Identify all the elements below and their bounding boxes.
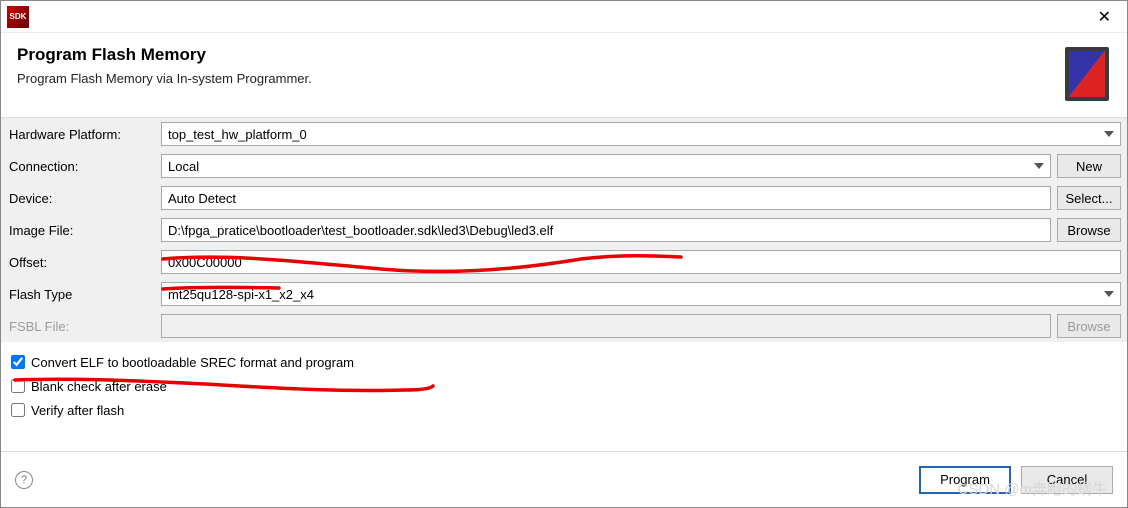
banner-chip-icon: [1063, 45, 1111, 103]
program-button[interactable]: Program: [919, 466, 1011, 494]
dialog-footer: ? Program Cancel: [1, 451, 1127, 507]
label-flash-type: Flash Type: [7, 287, 155, 302]
blank-check-label: Blank check after erase: [31, 379, 167, 394]
image-file-input[interactable]: [161, 218, 1051, 242]
form-area: Hardware Platform: top_test_hw_platform_…: [1, 118, 1127, 342]
device-input[interactable]: [161, 186, 1051, 210]
flash-type-select[interactable]: mt25qu128-spi-x1_x2_x4: [161, 282, 1121, 306]
label-device: Device:: [7, 191, 155, 206]
dialog-title: Program Flash Memory: [17, 45, 312, 65]
convert-elf-label: Convert ELF to bootloadable SREC format …: [31, 355, 354, 370]
convert-elf-checkbox[interactable]: [11, 355, 25, 369]
hardware-platform-select[interactable]: top_test_hw_platform_0: [161, 122, 1121, 146]
fsbl-file-input: [161, 314, 1051, 338]
verify-label: Verify after flash: [31, 403, 124, 418]
select-button[interactable]: Select...: [1057, 186, 1121, 210]
label-connection: Connection:: [7, 159, 155, 174]
label-hardware-platform: Hardware Platform:: [7, 127, 155, 142]
browse-image-button[interactable]: Browse: [1057, 218, 1121, 242]
label-fsbl-file: FSBL File:: [7, 319, 155, 334]
cancel-button[interactable]: Cancel: [1021, 466, 1113, 494]
close-icon[interactable]: ✕: [1092, 5, 1117, 29]
label-image-file: Image File:: [7, 223, 155, 238]
offset-input[interactable]: [161, 250, 1121, 274]
dialog-header: Program Flash Memory Program Flash Memor…: [1, 33, 1127, 118]
label-offset: Offset:: [7, 255, 155, 270]
browse-fsbl-button: Browse: [1057, 314, 1121, 338]
titlebar: SDK ✕: [1, 1, 1127, 33]
checkbox-area: Convert ELF to bootloadable SREC format …: [1, 342, 1127, 426]
new-button[interactable]: New: [1057, 154, 1121, 178]
connection-select[interactable]: Local: [161, 154, 1051, 178]
blank-check-checkbox[interactable]: [11, 379, 25, 393]
sdk-app-icon: SDK: [7, 6, 29, 28]
verify-checkbox[interactable]: [11, 403, 25, 417]
dialog-subtitle: Program Flash Memory via In-system Progr…: [17, 71, 312, 86]
help-icon[interactable]: ?: [15, 471, 33, 489]
